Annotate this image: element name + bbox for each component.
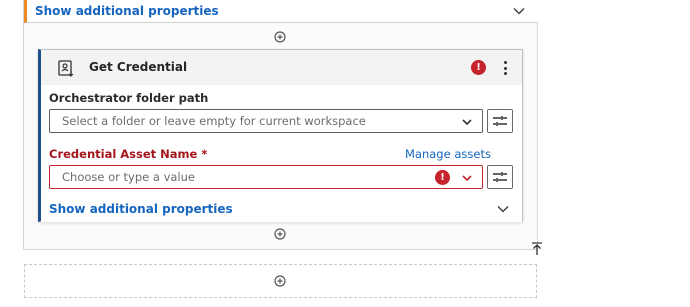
chevron-down-icon[interactable] (496, 202, 510, 216)
chevron-down-icon[interactable] (461, 116, 473, 128)
scroll-to-top-icon[interactable] (531, 242, 543, 256)
activity-title: Get Credential (89, 60, 188, 74)
folder-path-dropdown[interactable]: Select a folder or leave empty for curre… (49, 109, 483, 133)
chevron-down-icon[interactable] (512, 4, 526, 18)
error-icon: ! (471, 60, 486, 75)
error-icon: ! (435, 170, 450, 185)
credential-asset-placeholder: Choose or type a value (62, 170, 195, 184)
add-circle-icon[interactable] (274, 31, 286, 43)
previous-activity-show-more[interactable]: Show additional properties (24, 0, 538, 23)
get-credential-activity[interactable]: Get Credential ! Orchestrator folder pat… (38, 49, 523, 222)
activity-body: Orchestrator folder path Select a folder… (41, 85, 522, 222)
activity-show-more[interactable]: Show additional properties (41, 197, 522, 221)
folder-path-label: Orchestrator folder path (49, 91, 209, 105)
add-activity-drop-zone[interactable] (24, 264, 537, 298)
chevron-down-icon[interactable] (461, 172, 473, 184)
more-vert-icon[interactable] (500, 60, 510, 76)
credential-asset-label: Credential Asset Name * (49, 147, 208, 161)
manage-assets-link[interactable]: Manage assets (405, 147, 491, 161)
credential-asset-input[interactable]: Choose or type a value ! (49, 165, 483, 189)
folder-path-placeholder: Select a folder or leave empty for curre… (62, 114, 366, 128)
variable-picker-icon (493, 116, 507, 126)
credential-icon (58, 60, 74, 77)
show-more-label[interactable]: Show additional properties (35, 4, 219, 18)
show-more-label[interactable]: Show additional properties (49, 202, 233, 216)
add-circle-icon[interactable] (274, 228, 286, 240)
add-circle-icon[interactable] (274, 275, 286, 287)
credential-variable-picker-button[interactable] (487, 165, 513, 189)
folder-variable-picker-button[interactable] (487, 109, 513, 133)
variable-picker-icon (493, 172, 507, 182)
activity-header[interactable]: Get Credential ! (41, 50, 522, 85)
